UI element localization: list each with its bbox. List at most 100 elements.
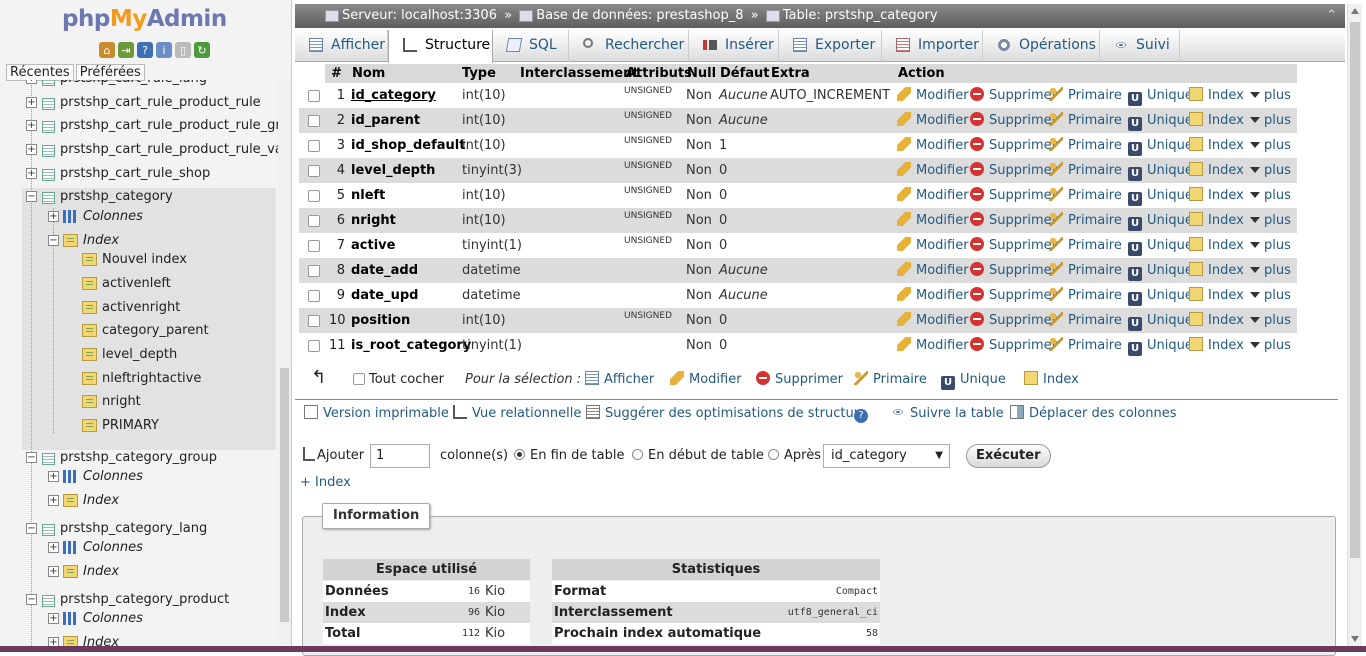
radio-button[interactable] [768,449,779,460]
collapse-icon[interactable]: − [26,191,37,202]
action-more-button[interactable]: plus [1250,283,1291,308]
radio-button[interactable] [632,449,643,460]
action-index-button[interactable]: Index [1189,83,1244,108]
expand-icon[interactable]: + [48,495,59,506]
collapse-icon[interactable]: − [26,594,37,605]
nav-scrollbar[interactable] [278,80,291,644]
action-primary-button[interactable]: Primaire [1049,83,1122,108]
breadcrumb-server[interactable]: Serveur: localhost:3306 [342,8,497,23]
action-more-button[interactable]: plus [1250,308,1291,333]
row-checkbox[interactable] [308,290,320,302]
action-more-button[interactable]: plus [1250,108,1291,133]
row-checkbox[interactable] [308,140,320,152]
radio-start-of-table[interactable]: En début de table [632,443,764,469]
tab-export[interactable]: Exporter [779,30,882,62]
action-unique-button[interactable]: U Unique [1128,308,1193,333]
action-more-button[interactable]: plus [1250,258,1291,283]
action-unique-button[interactable]: U Unique [1128,183,1193,208]
action-delete-button[interactable]: Supprimer [970,258,1057,283]
add-index-link[interactable]: + Index [300,474,351,492]
expand-icon[interactable]: + [48,566,59,577]
radio-end-of-table[interactable]: En fin de table [514,443,624,469]
collapse-icon[interactable]: − [26,452,37,463]
selection-unique-button[interactable]: U Unique [941,367,1006,393]
col-header-type[interactable]: Type [462,64,496,83]
reload-icon[interactable]: ↻ [194,42,210,58]
expand-icon[interactable]: + [26,144,37,155]
action-more-button[interactable]: plus [1250,133,1291,158]
after-column-select[interactable]: id_category ▼ [823,444,950,468]
phpmyadmin-logo[interactable]: phpMyAdmin [62,6,227,32]
logout-icon[interactable]: ⇥ [118,42,134,58]
action-modify-button[interactable]: Modifier [897,333,969,358]
action-delete-button[interactable]: Supprimer [970,108,1057,133]
relation-view-link[interactable]: Vue relationnelle [453,405,581,421]
action-modify-button[interactable]: Modifier [897,183,969,208]
expand-icon[interactable]: + [26,80,37,84]
action-primary-button[interactable]: Primaire [1049,108,1122,133]
action-delete-button[interactable]: Supprimer [970,183,1057,208]
action-delete-button[interactable]: Supprimer [970,283,1057,308]
tree-columns-item[interactable]: + Colonnes [48,206,143,228]
action-delete-button[interactable]: Supprimer [970,233,1057,258]
home-icon[interactable]: ⌂ [99,42,115,58]
action-modify-button[interactable]: Modifier [897,133,969,158]
tree-index-entry[interactable]: activenleft [82,273,171,295]
col-header-action[interactable]: Action [898,64,945,83]
track-table-link[interactable]: Suivre la table [891,405,1004,421]
collapse-icon[interactable]: ⌃ [1326,4,1337,28]
row-checkbox[interactable] [308,315,320,327]
tree-index-entry[interactable]: PRIMARY [82,415,159,437]
action-more-button[interactable]: plus [1250,208,1291,233]
tree-index-entry[interactable]: nright [82,391,141,413]
expand-icon[interactable]: + [48,542,59,553]
tree-columns-item[interactable]: + Colonnes [48,537,143,559]
action-unique-button[interactable]: U Unique [1128,233,1193,258]
action-index-button[interactable]: Index [1189,158,1244,183]
collapse-icon[interactable]: − [48,235,59,246]
row-checkbox[interactable] [308,165,320,177]
selection-index-button[interactable]: Index [1024,367,1079,393]
action-modify-button[interactable]: Modifier [897,233,969,258]
tab-structure[interactable]: Structure [388,30,493,63]
checkbox[interactable] [353,373,365,385]
expand-icon[interactable]: + [26,168,37,179]
nav-scroll-thumb[interactable] [280,368,289,622]
action-primary-button[interactable]: Primaire [1049,183,1122,208]
action-primary-button[interactable]: Primaire [1049,308,1122,333]
action-unique-button[interactable]: U Unique [1128,158,1193,183]
action-modify-button[interactable]: Modifier [897,108,969,133]
row-checkbox[interactable] [308,90,320,102]
col-header-extra[interactable]: Extra [771,64,810,83]
action-primary-button[interactable]: Primaire [1049,208,1122,233]
tree-new-index[interactable]: Nouvel index [82,249,187,271]
action-index-button[interactable]: Index [1189,258,1244,283]
breadcrumb-database[interactable]: Base de données: prestashop_8 [536,8,743,23]
action-index-button[interactable]: Index [1189,133,1244,158]
selection-primary-button[interactable]: Primaire [854,367,927,393]
action-unique-button[interactable]: U Unique [1128,283,1193,308]
action-modify-button[interactable]: Modifier [897,208,969,233]
action-modify-button[interactable]: Modifier [897,83,969,108]
action-more-button[interactable]: plus [1250,83,1291,108]
execute-button[interactable]: Exécuter [966,444,1051,468]
action-primary-button[interactable]: Primaire [1049,158,1122,183]
tree-table-item[interactable]: +prstshp_cart_rule_product_rule_group [26,115,278,137]
action-primary-button[interactable]: Primaire [1049,333,1122,358]
action-delete-button[interactable]: Supprimer [970,333,1057,358]
tree-table-item[interactable]: + prstshp_cart_rule_shop [26,163,210,185]
check-all[interactable]: Tout cocher [353,367,444,393]
action-unique-button[interactable]: U Unique [1128,208,1193,233]
selection-edit-button[interactable]: Modifier [670,367,742,393]
column-count-input[interactable]: 1 [370,444,430,468]
action-unique-button[interactable]: U Unique [1128,333,1193,358]
tree-table-item-selected[interactable]: − prstshp_category [26,186,173,208]
field-name[interactable]: id_category [351,83,436,108]
radio-after[interactable]: Après [768,443,821,469]
tab-import[interactable]: Importer [882,30,983,62]
action-modify-button[interactable]: Modifier [897,258,969,283]
help-icon[interactable]: ? [854,405,873,423]
selection-browse-button[interactable]: Afficher [585,367,654,393]
row-checkbox[interactable] [308,115,320,127]
action-index-button[interactable]: Index [1189,108,1244,133]
